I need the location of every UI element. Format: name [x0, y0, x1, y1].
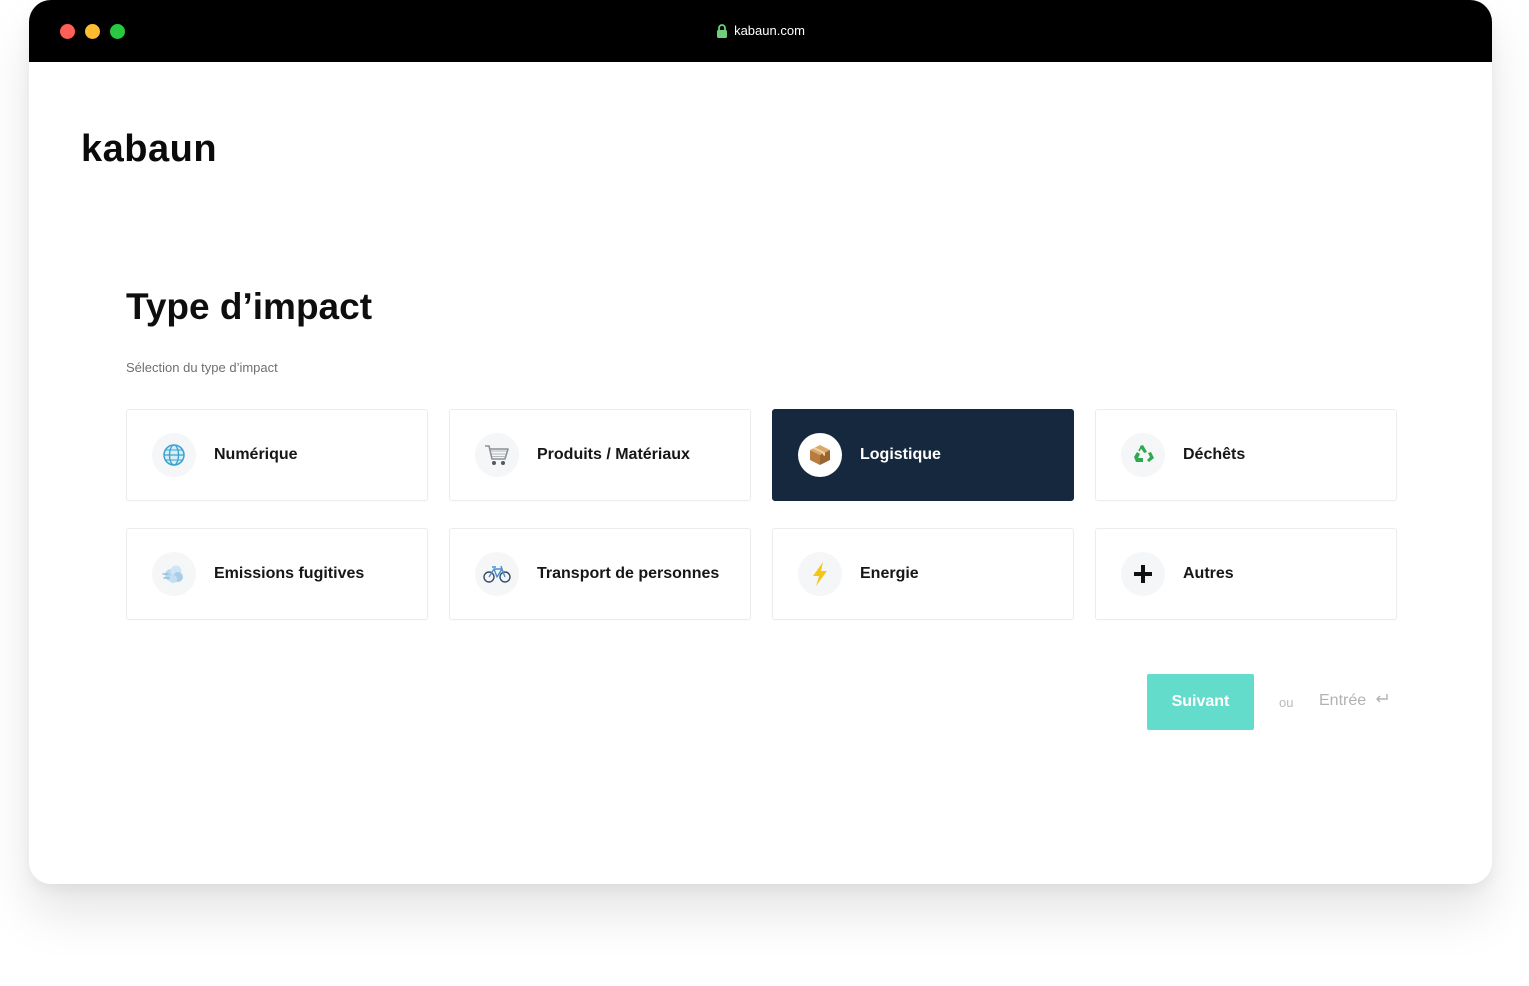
page-content: kabaun Type d’impact Sélection du type d… — [29, 62, 1492, 884]
impact-option-label: Numérique — [214, 446, 298, 463]
shopping-cart-icon — [475, 433, 519, 477]
impact-option-transport-de-personnes[interactable]: Transport de personnes — [449, 528, 751, 620]
lock-icon — [716, 24, 728, 43]
impact-option-produits-materiaux[interactable]: Produits / Matériaux — [449, 409, 751, 501]
cloud-icon — [152, 552, 196, 596]
lightning-icon — [798, 552, 842, 596]
enter-key-icon — [1375, 692, 1389, 710]
impact-option-autres[interactable]: Autres — [1095, 528, 1397, 620]
kabaun-logo[interactable]: kabaun — [81, 128, 217, 171]
page-subtitle: Sélection du type d’impact — [126, 360, 278, 375]
impact-option-emissions-fugitives[interactable]: Emissions fugitives — [126, 528, 428, 620]
plus-icon — [1121, 552, 1165, 596]
recycle-icon — [1121, 433, 1165, 477]
url-text: kabaun.com — [734, 23, 805, 38]
impact-option-label: Produits / Matériaux — [537, 446, 690, 463]
globe-icon — [152, 433, 196, 477]
next-button[interactable]: Suivant — [1147, 674, 1254, 730]
bicycle-icon — [475, 552, 519, 596]
enter-key-label: Entrée — [1319, 692, 1367, 709]
impact-option-label: Energie — [860, 565, 919, 582]
impact-option-label: Transport de personnes — [537, 565, 720, 582]
impact-option-label: Autres — [1183, 565, 1234, 582]
enter-key-hint: Entrée — [1319, 692, 1389, 710]
impact-type-grid: Numérique Produits / Matériaux Logistiqu… — [126, 409, 1397, 620]
impact-option-dechets[interactable]: Déchêts — [1095, 409, 1397, 501]
impact-option-label: Logistique — [860, 446, 941, 463]
browser-titlebar: kabaun.com — [29, 0, 1492, 62]
impact-option-label: Déchêts — [1183, 446, 1246, 463]
impact-option-energie[interactable]: Energie — [772, 528, 1074, 620]
browser-window: kabaun.com kabaun Type d’impact Sélectio… — [29, 0, 1492, 884]
address-bar[interactable]: kabaun.com — [29, 22, 1492, 43]
impact-option-label: Emissions fugitives — [214, 565, 365, 582]
or-separator: ou — [1279, 695, 1294, 710]
package-icon — [798, 433, 842, 477]
impact-option-logistique[interactable]: Logistique — [772, 409, 1074, 501]
page-title: Type d’impact — [126, 286, 373, 327]
impact-option-numerique[interactable]: Numérique — [126, 409, 428, 501]
